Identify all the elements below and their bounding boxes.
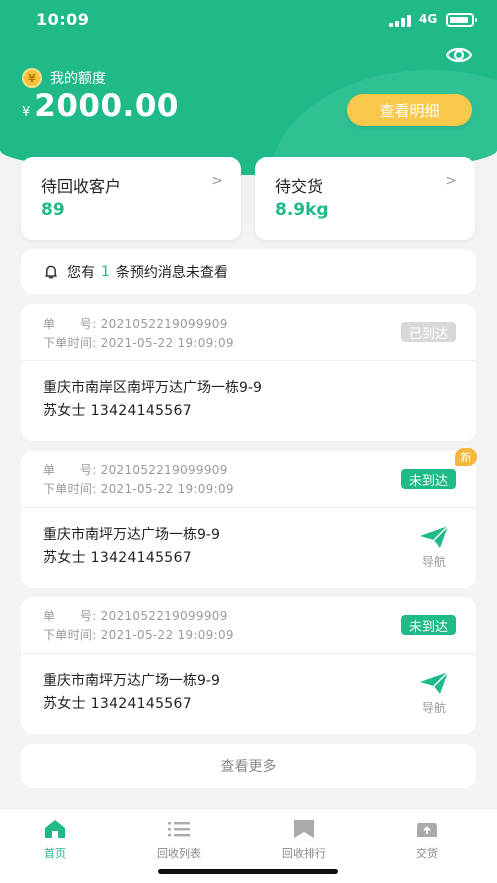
status-badge: 已到达 (400, 322, 456, 342)
order-time-label: 下单时间: (43, 628, 97, 642)
order-contact: 苏女士 13424145567 (43, 696, 192, 712)
navigate-label: 导航 (421, 701, 446, 715)
order-address: 重庆市南坪万达广场一栋9-9 (43, 673, 220, 689)
delivery-box-icon (417, 823, 437, 837)
order-card[interactable]: 单 号: 2021052219099909 下单时间: 2021-05-22 1… (21, 304, 476, 441)
paper-plane-icon (420, 671, 449, 694)
order-time-label: 下单时间: (43, 482, 97, 496)
battery-icon (446, 13, 477, 27)
tab-label: 回收列表 (157, 847, 201, 860)
order-time: 2021-05-22 19:09:09 (100, 482, 234, 496)
view-more-button[interactable]: 查看更多 (21, 744, 476, 788)
order-card[interactable]: 单 号: 2021052219099909 下单时间: 2021-05-22 1… (21, 451, 476, 588)
order-time: 2021-05-22 19:09:09 (100, 336, 234, 350)
quota-value: 2000.00 (34, 88, 179, 124)
order-number-row: 单 号: 2021052219099909 (43, 461, 228, 478)
eye-icon[interactable] (446, 44, 472, 66)
paper-plane-icon (420, 525, 449, 548)
order-time-label: 下单时间: (43, 336, 97, 350)
order-contact: 苏女士 13424145567 (43, 550, 192, 566)
order-number: 2021052219099909 (100, 609, 228, 623)
order-time-row: 下单时间: 2021-05-22 19:09:09 (43, 334, 234, 351)
bookmark-icon (294, 820, 314, 838)
notice-count: 1 (101, 263, 110, 280)
notice-suffix: 条预约消息未查看 (115, 264, 228, 281)
list-icon (168, 822, 190, 837)
divider (21, 507, 476, 508)
new-badge: 新 (455, 448, 477, 466)
tab-delivery[interactable]: 交货 (377, 819, 477, 861)
navigate-button[interactable]: 导航 (414, 671, 454, 716)
bell-icon (45, 265, 57, 278)
tab-label: 交货 (416, 847, 438, 860)
quota-amount: ¥ 2000.00 (22, 88, 179, 124)
order-card[interactable]: 单 号: 2021052219099909 下单时间: 2021-05-22 1… (21, 597, 476, 734)
divider (21, 653, 476, 654)
navigate-button[interactable]: 导航 (414, 525, 454, 570)
network-type: 4G (419, 12, 438, 26)
order-contact: 苏女士 13424145567 (43, 403, 192, 419)
home-icon (45, 820, 65, 838)
tab-recycle-list[interactable]: 回收列表 (129, 819, 229, 861)
chevron-right-icon: > (445, 173, 457, 189)
signal-icon (389, 15, 413, 27)
order-number: 2021052219099909 (100, 317, 228, 331)
order-address: 重庆市南岸区南坪万达广场一栋9-9 (43, 380, 262, 396)
tab-label: 回收排行 (282, 847, 326, 860)
order-number-row: 单 号: 2021052219099909 (43, 315, 228, 332)
tab-home[interactable]: 首页 (5, 819, 105, 861)
stat-value: 89 (41, 200, 65, 220)
status-bar: 10:09 4G (0, 0, 497, 40)
divider (21, 360, 476, 361)
pending-customers-card[interactable]: 待回收客户 89 > (21, 157, 241, 240)
quota-label: 我的额度 (50, 71, 106, 87)
order-time-row: 下单时间: 2021-05-22 19:09:09 (43, 626, 234, 643)
order-time-row: 下单时间: 2021-05-22 19:09:09 (43, 480, 234, 497)
coin-icon: ¥ (22, 68, 42, 88)
tab-recycle-ranking[interactable]: 回收排行 (254, 819, 354, 861)
order-address: 重庆市南坪万达广场一栋9-9 (43, 527, 220, 543)
order-number-label: 单 号: (43, 463, 97, 477)
order-number: 2021052219099909 (100, 463, 228, 477)
pending-delivery-card[interactable]: 待交货 8.9kg > (255, 157, 475, 240)
chevron-right-icon: > (211, 173, 223, 189)
status-badge: 未到达 (400, 469, 456, 489)
navigate-label: 导航 (421, 555, 446, 569)
appointment-notice[interactable]: 您有 1 条预约消息未查看 (21, 249, 476, 294)
currency-symbol: ¥ (22, 105, 31, 120)
order-time: 2021-05-22 19:09:09 (100, 628, 234, 642)
stat-title: 待交货 (275, 177, 324, 196)
stat-title: 待回收客户 (41, 177, 122, 196)
stat-value: 8.9kg (275, 200, 329, 220)
order-number-label: 单 号: (43, 609, 97, 623)
view-details-button[interactable]: 查看明细 (347, 94, 472, 126)
status-badge: 未到达 (400, 615, 456, 635)
tab-label: 首页 (44, 847, 66, 860)
status-time: 10:09 (36, 10, 90, 29)
home-indicator (158, 869, 338, 874)
quota-label-row: ¥ 我的额度 (22, 66, 106, 90)
notice-prefix: 您有 (67, 264, 95, 281)
order-number-label: 单 号: (43, 317, 97, 331)
order-number-row: 单 号: 2021052219099909 (43, 607, 228, 624)
